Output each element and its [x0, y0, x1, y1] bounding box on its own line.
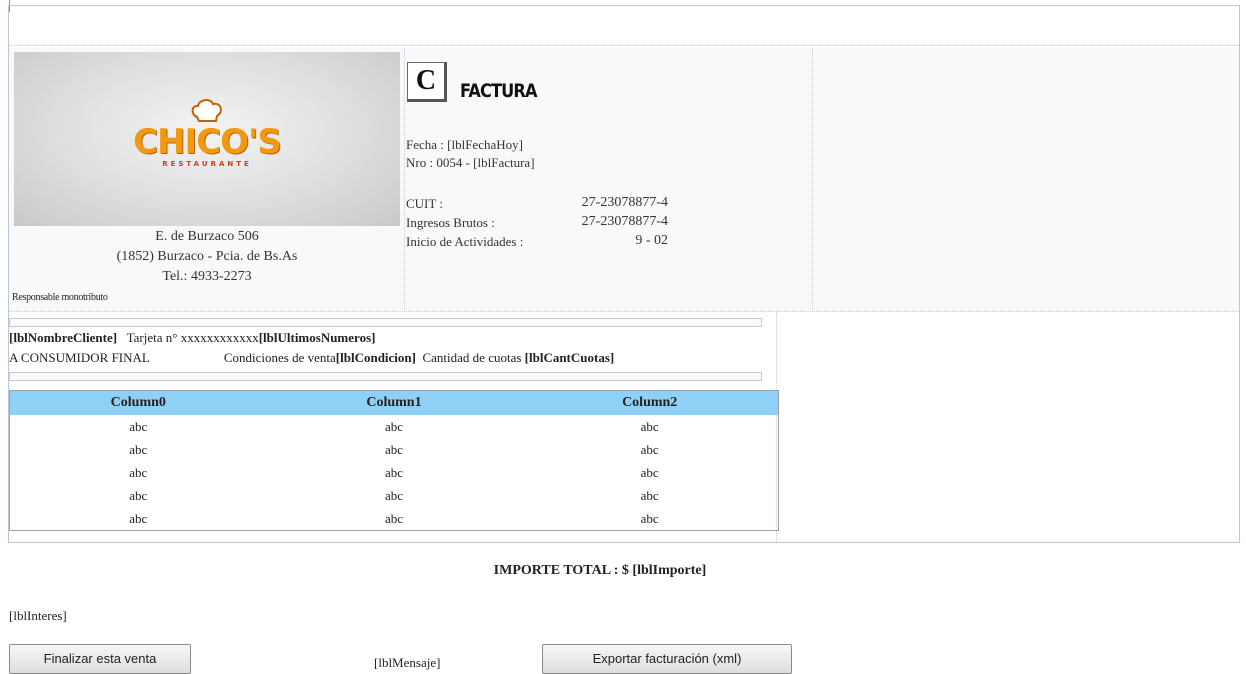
invoice-title: FACTURA — [460, 80, 537, 102]
grid-cell[interactable]: abc — [267, 438, 522, 461]
invoice-number: Nro : 0054 - [lblFactura] — [406, 155, 535, 170]
separator-bar — [9, 372, 762, 381]
card-label: Tarjeta n° xxxxxxxxxxxx — [126, 330, 259, 345]
grid-cell[interactable]: abc — [10, 484, 267, 507]
invoice-letter-badge: C — [407, 62, 447, 102]
company-address: E. de Burzaco 506 — [155, 229, 259, 244]
logo-tagline: RESTAURANTE — [162, 160, 252, 168]
iibb-value: 27-23078877-4 — [581, 214, 668, 229]
logo-name: CHICO'S — [133, 122, 282, 162]
company-logo: CHICO'S RESTAURANTE — [14, 52, 400, 226]
sale-conditions-label: Condiciones de venta — [223, 350, 336, 365]
table-row[interactable]: abc abc abc — [10, 438, 779, 461]
items-grid[interactable]: Column0 Column1 Column2 abc abc abc abc … — [9, 390, 779, 531]
sale-condition: [lblCondicion] — [335, 350, 416, 365]
header-divider-1 — [404, 48, 406, 312]
table-row[interactable]: abc abc abc — [10, 461, 779, 484]
installments-count: [lblCantCuotas] — [524, 350, 615, 365]
chef-hat-icon — [191, 99, 222, 122]
client-name: [lblNombreCliente] — [9, 330, 118, 345]
company-phone: Tel.: 4933-2273 — [162, 269, 252, 284]
grid-cell[interactable]: abc — [521, 438, 778, 461]
grid-cell[interactable]: abc — [267, 507, 522, 531]
cuit-label: CUIT : — [406, 196, 443, 211]
cuit-value: 27-23078877-4 — [581, 195, 668, 210]
grid-cell[interactable]: abc — [521, 461, 778, 484]
invoice-date: Fecha : [lblFechaHoy] — [406, 137, 523, 152]
message-label: [lblMensaje] — [374, 655, 441, 670]
grid-cell[interactable]: abc — [10, 438, 267, 461]
grid-cell[interactable]: abc — [521, 484, 778, 507]
inicio-value: 9 - 02 — [635, 233, 668, 248]
client-line-2: A CONSUMIDOR FINAL Condiciones de venta[… — [9, 350, 614, 366]
iibb-label: Ingresos Brutos : — [406, 215, 495, 230]
grid-cell[interactable]: abc — [10, 415, 267, 438]
client-line-1: [lblNombreCliente] Tarjeta n° xxxxxxxxxx… — [9, 330, 375, 346]
grid-cell[interactable]: abc — [267, 415, 522, 438]
header-bottom-divider — [9, 311, 1239, 313]
card-last-digits: [lblUltimosNumeros] — [258, 330, 376, 345]
grid-cell[interactable]: abc — [521, 415, 778, 438]
column-header[interactable]: Column0 — [9, 390, 267, 415]
grid-cell[interactable]: abc — [267, 484, 522, 507]
header-divider-2 — [812, 48, 814, 312]
table-row[interactable]: abc abc abc — [10, 415, 779, 438]
company-city: (1852) Burzaco - Pcia. de Bs.As — [116, 249, 298, 264]
finalize-sale-button[interactable]: Finalizar esta venta — [9, 644, 191, 674]
inicio-label: Inicio de Actividades : — [406, 234, 524, 249]
column-header[interactable]: Column1 — [266, 390, 522, 415]
table-row[interactable]: abc abc abc — [10, 484, 779, 507]
interest-label: [lblInteres] — [9, 608, 67, 623]
installments-label: Cantidad de cuotas — [422, 350, 522, 365]
grid-cell[interactable]: abc — [10, 507, 267, 531]
grid-header-row: Column0 Column1 Column2 — [9, 390, 779, 415]
table-row[interactable]: abc abc abc — [10, 507, 779, 531]
column-header[interactable]: Column2 — [521, 390, 779, 415]
export-xml-button[interactable]: Exportar facturación (xml) — [542, 644, 792, 674]
total-amount: IMPORTE TOTAL : $ [lblImporte] — [493, 563, 707, 578]
consumer-type: A CONSUMIDOR FINAL — [9, 350, 150, 365]
grid-cell[interactable]: abc — [10, 461, 267, 484]
grid-cell[interactable]: abc — [267, 461, 522, 484]
top-divider — [9, 45, 1239, 47]
tax-status: Responsable monotributo — [12, 292, 108, 303]
separator-bar — [9, 318, 762, 327]
grid-cell[interactable]: abc — [521, 507, 778, 531]
